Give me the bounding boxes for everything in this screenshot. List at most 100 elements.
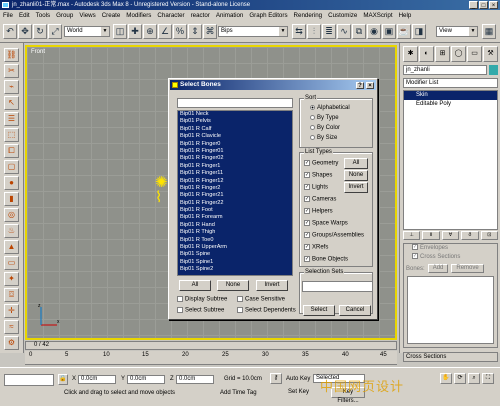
type-cameras-checkbox[interactable]: ✓: [304, 196, 310, 202]
time-config-icon[interactable]: ⚷: [270, 373, 282, 384]
bind-icon[interactable]: ⌁: [4, 80, 19, 94]
motion-tab-icon[interactable]: ◯: [451, 46, 466, 62]
percent-snap-icon[interactable]: %: [173, 24, 187, 39]
sphere-icon[interactable]: ●: [4, 176, 19, 190]
zoom-icon[interactable]: ⌕: [468, 373, 480, 384]
light-icon[interactable]: ✦: [4, 272, 19, 286]
bone-list[interactable]: Bip01 Neck Bip01 Pelvis Bip01 R Calf Bip…: [177, 110, 293, 276]
named-selection-icon[interactable]: ⌘: [203, 24, 217, 39]
type-geometry-option[interactable]: ✓ Geometry: [304, 160, 338, 167]
teapot-icon[interactable]: ♨: [4, 224, 19, 238]
menu-graph-editors[interactable]: Graph Editors: [249, 12, 287, 19]
menu-create[interactable]: Create: [102, 12, 121, 19]
list-item[interactable]: Bip01 R Finger02: [178, 155, 292, 162]
list-item[interactable]: Bip01 Pelvis: [178, 118, 292, 125]
z-coordinate-field[interactable]: 0.0cm: [176, 375, 214, 384]
maximize-viewport-icon[interactable]: ⛶: [482, 373, 494, 384]
align-icon[interactable]: ⫶: [307, 24, 321, 39]
box-icon[interactable]: ▢: [4, 160, 19, 174]
list-item[interactable]: Bip01 R Finger12: [178, 178, 292, 185]
pan-icon[interactable]: ✋: [440, 373, 452, 384]
view-type-select[interactable]: View ▼: [436, 26, 478, 37]
list-item[interactable]: Bip01 R Finger21: [178, 192, 292, 199]
selection-sets-select[interactable]: [302, 281, 373, 292]
list-item[interactable]: Bip01 R Finger2: [178, 185, 292, 192]
types-none-button[interactable]: None: [344, 170, 368, 181]
select-all-button[interactable]: All: [179, 280, 211, 291]
add-time-tag[interactable]: Add Time Tag: [220, 390, 257, 396]
object-color-swatch[interactable]: [489, 65, 498, 75]
type-xrefs-option[interactable]: ✓ XRefs: [304, 244, 328, 251]
cone-icon[interactable]: ▲: [4, 240, 19, 254]
region-icon[interactable]: ⬚: [4, 128, 19, 142]
dialog-close-button[interactable]: ×: [366, 82, 374, 89]
y-coordinate-field[interactable]: 0.0cm: [127, 375, 165, 384]
select-manipulate-icon[interactable]: ✚: [128, 24, 142, 39]
type-helpers-checkbox[interactable]: ✓: [304, 208, 310, 214]
remove-bone-button[interactable]: Remove: [451, 264, 484, 273]
camera-icon[interactable]: ⌼: [4, 288, 19, 302]
types-invert-button[interactable]: Invert: [344, 182, 368, 193]
mirror-icon[interactable]: ⇆: [292, 24, 306, 39]
menu-group[interactable]: Group: [56, 12, 73, 19]
minimize-button[interactable]: _: [469, 1, 478, 9]
window-crossing-icon[interactable]: ⧠: [4, 144, 19, 158]
viewport-label[interactable]: Front: [31, 49, 45, 55]
cross-sections-checkbox[interactable]: ✓: [412, 253, 418, 260]
set-key-label[interactable]: Set Key: [288, 389, 309, 395]
sort-by-color-radio[interactable]: [310, 125, 315, 130]
pivot-icon[interactable]: ◫: [113, 24, 127, 39]
menu-modifiers[interactable]: Modifiers: [126, 12, 151, 19]
type-lights-option[interactable]: ✓ Lights: [304, 184, 328, 191]
modify-tab-icon[interactable]: ◐: [419, 46, 434, 62]
list-item[interactable]: Bip01 R Hand: [178, 222, 292, 229]
sort-alphabetical-option[interactable]: Alphabetical: [310, 105, 350, 111]
list-item[interactable]: Bip01 R Forearm: [178, 214, 292, 221]
snap-icon[interactable]: ⊕: [143, 24, 157, 39]
angle-snap-icon[interactable]: ∠: [158, 24, 172, 39]
type-cameras-option[interactable]: ✓ Cameras: [304, 196, 336, 203]
orbit-icon[interactable]: ⟳: [454, 373, 466, 384]
sort-by-color-option[interactable]: By Color: [310, 125, 340, 131]
link-icon[interactable]: ⛓: [4, 48, 19, 62]
pin-stack-icon[interactable]: ⊥: [403, 231, 421, 240]
list-item[interactable]: Bip01 R Toe0: [178, 237, 292, 244]
object-name-field[interactable]: jn_zhanli: [403, 65, 487, 75]
sort-by-type-option[interactable]: By Type: [310, 115, 339, 121]
reference-coord-select[interactable]: World ▼: [64, 26, 110, 37]
help-button[interactable]: ?: [356, 82, 364, 89]
curve-editor-icon[interactable]: ∿: [337, 24, 351, 39]
type-space-warps-option[interactable]: ✓ Space Warps: [304, 220, 348, 227]
menu-edit[interactable]: Edit: [19, 12, 30, 19]
sort-by-type-radio[interactable]: [310, 115, 315, 120]
modifier-list-select[interactable]: Modifier List: [403, 78, 498, 88]
envelopes-option[interactable]: ✓ Envelopes: [404, 244, 497, 253]
utilities-tab-icon[interactable]: ⚒: [483, 46, 498, 62]
remove-modifier-icon[interactable]: ð: [461, 231, 479, 240]
select-subtree-checkbox[interactable]: [177, 307, 183, 313]
cylinder-icon[interactable]: ▮: [4, 192, 19, 206]
list-item[interactable]: Bip01 Spine: [178, 251, 292, 258]
sort-alphabetical-radio[interactable]: [310, 105, 315, 110]
plane-icon[interactable]: ▭: [4, 256, 19, 270]
menu-file[interactable]: File: [3, 12, 13, 19]
select-button[interactable]: Select: [303, 305, 335, 316]
select-none-button[interactable]: None: [217, 280, 249, 291]
scale-icon[interactable]: ⤢: [48, 24, 62, 39]
select-invert-button[interactable]: Invert: [256, 280, 288, 291]
cross-sections-option[interactable]: ✓ Cross Sections: [404, 253, 497, 262]
stack-item-editable-poly[interactable]: Editable Poly: [404, 100, 497, 109]
list-item[interactable]: Bip01 R Finger11: [178, 170, 292, 177]
list-item[interactable]: Bip01 Spine2: [178, 266, 292, 273]
schematic-icon[interactable]: ⧉: [352, 24, 366, 39]
type-geometry-checkbox[interactable]: ✓: [304, 160, 310, 166]
material-editor-icon[interactable]: ◉: [367, 24, 381, 39]
sort-by-size-option[interactable]: By Size: [310, 135, 337, 141]
menu-character[interactable]: Character: [157, 12, 184, 19]
list-item[interactable]: Bip01 R Calf: [178, 126, 292, 133]
menu-animation[interactable]: Animation: [216, 12, 244, 19]
undo-icon[interactable]: ↶: [3, 24, 17, 39]
list-item[interactable]: Bip01 R Finger1: [178, 163, 292, 170]
type-groups-option[interactable]: ✓ Groups/Assemblies: [304, 232, 364, 239]
menu-views[interactable]: Views: [79, 12, 95, 19]
